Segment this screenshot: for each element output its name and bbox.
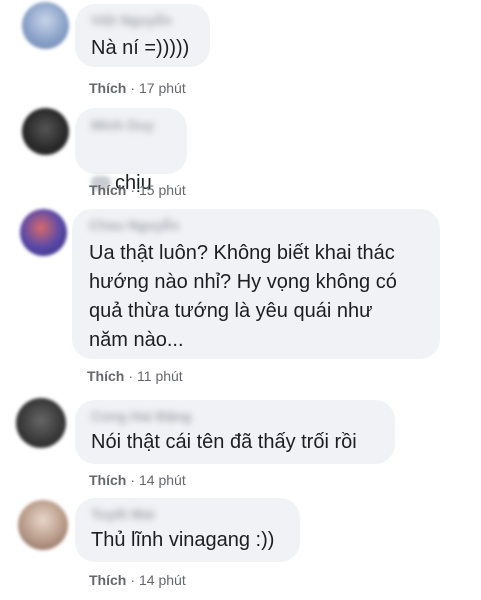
like-button[interactable]: Thích: [87, 368, 124, 384]
comment-time[interactable]: 11 phút: [137, 368, 183, 384]
avatar[interactable]: [22, 108, 69, 155]
comment-author[interactable]: Cong Hai Đặng: [91, 408, 191, 424]
like-button[interactable]: Thích: [89, 182, 126, 198]
comment-time[interactable]: 14 phút: [139, 472, 186, 488]
avatar[interactable]: [22, 2, 69, 49]
avatar[interactable]: [18, 500, 68, 550]
comment-bubble: Minh Duy chịu: [75, 108, 187, 194]
comment-bubble: Tuyết Mai Thủ lĩnh vinagang :)): [75, 498, 300, 562]
comment-text: Nói thật cái tên đã thấy trối rồi: [91, 431, 357, 453]
like-button[interactable]: Thích: [89, 472, 126, 488]
comment-author[interactable]: Chau Nguyễn: [89, 217, 179, 233]
comment-meta: Thích · 15 phút: [89, 182, 186, 198]
comment-bubble: Cong Hai Đặng Nói thật cái tên đã thấy t…: [75, 400, 395, 464]
like-button[interactable]: Thích: [89, 572, 126, 588]
avatar[interactable]: [20, 209, 67, 256]
comment-text: Ua thật luôn? Không biết khai thác hướng…: [89, 242, 397, 351]
separator-dot: ·: [130, 472, 136, 488]
comment-feed: Việt Nguyễn Nà ní =))))) Thích · 17 phút M…: [0, 0, 481, 600]
comment-bubble: Việt Nguyễn Nà ní =))))): [75, 4, 210, 67]
comment-meta: Thích · 11 phút: [87, 368, 183, 384]
comment-author[interactable]: Minh Duy: [91, 117, 154, 133]
separator-dot: ·: [130, 80, 136, 96]
separator-dot: ·: [130, 572, 136, 588]
comment-time[interactable]: 15 phút: [139, 182, 186, 198]
comment-meta: Thích · 17 phút: [89, 80, 186, 96]
separator-dot: ·: [128, 368, 134, 384]
comment-author[interactable]: Tuyết Mai: [91, 506, 155, 522]
comment-text: Thủ lĩnh vinagang :)): [91, 529, 275, 551]
comment-text: Nà ní =))))): [91, 37, 190, 59]
like-button[interactable]: Thích: [89, 80, 126, 96]
comment-bubble: Chau Nguyễn Ua thật luôn? Không biết kha…: [72, 209, 440, 359]
comment-meta: Thích · 14 phút: [89, 472, 186, 488]
avatar[interactable]: [16, 398, 66, 448]
comment-time[interactable]: 14 phút: [139, 572, 186, 588]
comment-meta: Thích · 14 phút: [89, 572, 186, 588]
comment-time[interactable]: 17 phút: [139, 80, 186, 96]
separator-dot: ·: [130, 182, 136, 198]
comment-author[interactable]: Việt Nguyễn: [91, 12, 172, 28]
